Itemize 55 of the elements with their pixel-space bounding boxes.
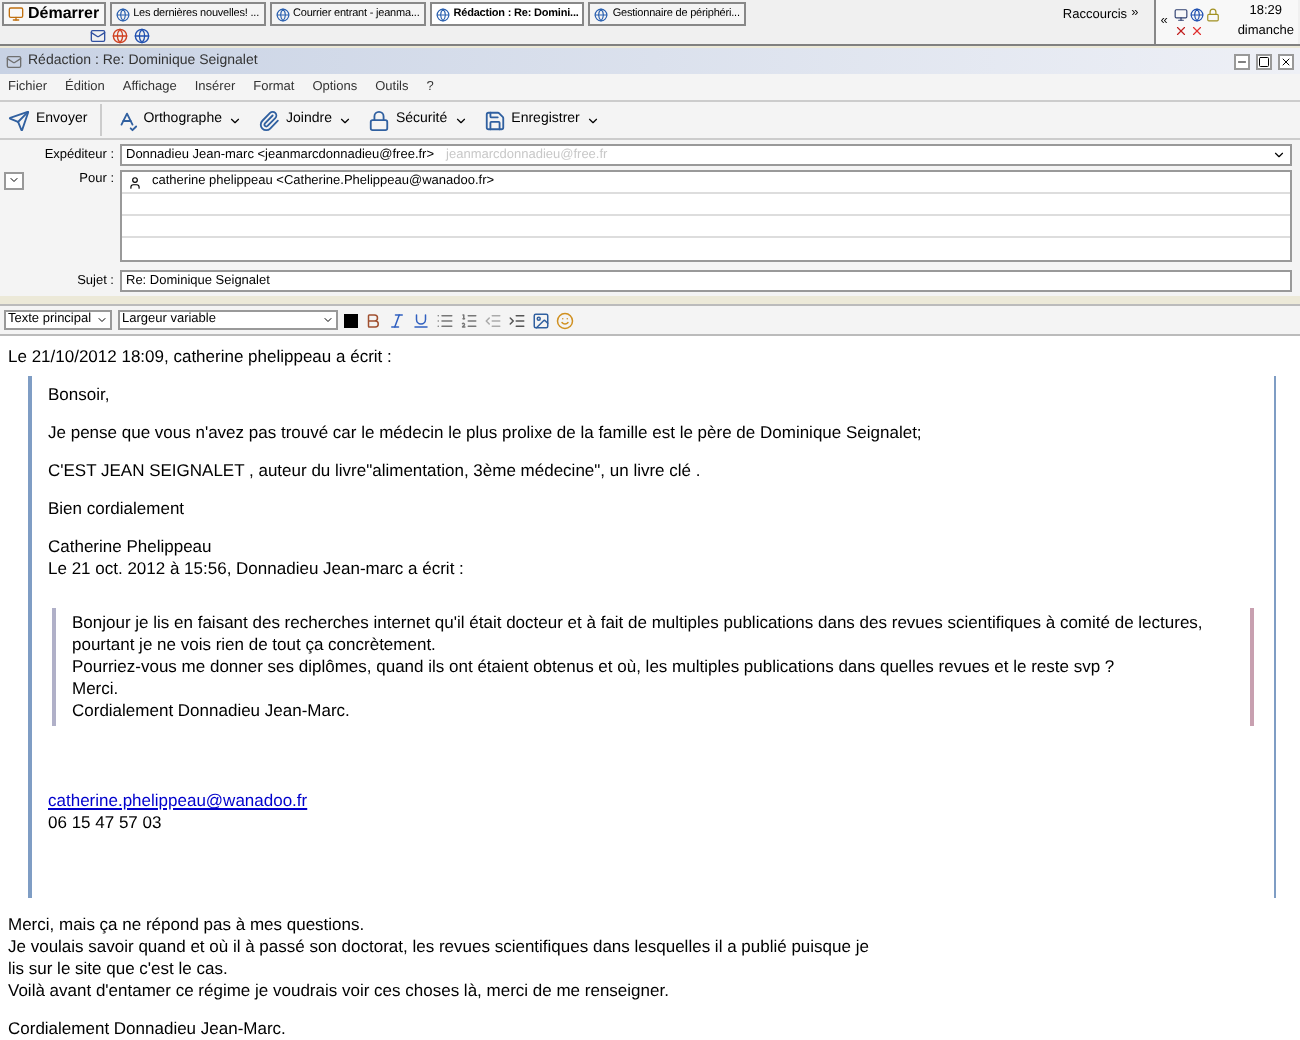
quote-paragraph: Bonsoir, — [48, 383, 112, 406]
image-icon[interactable] — [532, 311, 550, 330]
quick-launch-icon[interactable] — [134, 28, 150, 44]
reply-paragraph: Cordialement Donnadieu Jean-Marc. — [8, 1017, 288, 1040]
reply-paragraph: Merci, mais ça ne répond pas à mes questions. Je voulais savoir quand et où il à passé son doctorat, les revues scientifiques dans lesquelles il a publié puisque je lis sur le site que c'est le cas. Voilà avant d'entamer ce régime je voudrais voir ces choses là, merci de me renseigner. — [8, 913, 871, 1002]
cross-icon[interactable] — [1189, 23, 1204, 37]
caret-icon — [337, 113, 352, 128]
phone-number: 06 15 47 57 03 — [48, 811, 164, 834]
restore-icon[interactable] — [1256, 53, 1272, 70]
quote-paragraph: C'EST JEAN SEIGNALET , auteur du livre"alimentation, 3ème médecine", un livre clé . — [48, 459, 703, 482]
globe-icon[interactable] — [1189, 7, 1204, 21]
person-icon — [128, 175, 142, 190]
monitor-icon[interactable] — [1173, 7, 1188, 21]
caret-icon — [585, 113, 600, 128]
text-color-swatch[interactable] — [344, 313, 358, 328]
numbered-list-icon[interactable] — [460, 311, 478, 330]
paperclip-icon — [258, 109, 280, 132]
caret-icon — [8, 174, 20, 187]
padlock-icon[interactable] — [1205, 7, 1220, 21]
app-icon — [594, 7, 609, 21]
minimize-icon[interactable] — [1234, 53, 1250, 70]
indent-icon[interactable] — [508, 311, 526, 330]
message-body[interactable] — [0, 335, 1300, 1040]
caret-icon — [453, 113, 468, 128]
nested-quote-line: Cordialement Donnadieu Jean-Marc. — [72, 699, 352, 722]
quote-attribution: Le 21/10/2012 18:09, catherine phelippeau a écrit : — [8, 345, 394, 368]
recipient-type-dropdown[interactable] — [4, 171, 24, 190]
nested-quote-line: Pourriez-vous me donner ses diplômes, quand ils ont étaient obtenus et où, les multiples publications dans quelles revues et le reste svp ? — [72, 655, 1117, 678]
padlock-icon — [367, 109, 390, 132]
email-link[interactable]: catherine.phelippeau@wanadoo.fr — [48, 789, 308, 812]
caret-icon — [228, 113, 242, 128]
quote-line: Catherine Phelippeau — [48, 535, 214, 558]
caret-icon — [322, 314, 334, 327]
caret-icon — [1272, 148, 1286, 163]
nested-quote-line: Bonjour je lis en faisant des recherches internet qu'il était docteur et à fait de multiples publications dans des revues scientifiques à comité de lectures, pourtant je ne vois rien de tout ça concrètement. — [72, 611, 1205, 656]
app-icon — [435, 7, 450, 21]
bullet-list-icon[interactable] — [436, 311, 454, 330]
caret-icon — [96, 314, 108, 327]
nested-quote-line: Merci. — [72, 677, 121, 700]
quick-launch-icon[interactable] — [112, 28, 128, 44]
send-icon — [8, 109, 30, 132]
close-icon[interactable] — [1278, 53, 1294, 70]
quote-paragraph: Je pense que vous n'avez pas trouvé car le médecin le plus prolixe de la famille est le père de Dominique Seignalet; — [48, 421, 924, 444]
compose-window-icon — [6, 53, 22, 70]
italic-icon[interactable] — [388, 311, 406, 330]
quote-line: Le 21 oct. 2012 à 15:56, Donnadieu Jean-marc a écrit : — [48, 557, 466, 580]
app-icon — [275, 7, 290, 21]
underline-icon[interactable] — [412, 311, 430, 330]
app-icon — [115, 7, 130, 21]
cross-icon[interactable] — [1173, 23, 1188, 37]
quote-paragraph: Bien cordialement — [48, 497, 187, 520]
quick-launch-icon[interactable] — [90, 28, 106, 44]
bold-icon[interactable] — [364, 311, 382, 330]
spellcheck-icon — [115, 109, 138, 132]
start-button[interactable]: Démarrer — [2, 2, 106, 26]
